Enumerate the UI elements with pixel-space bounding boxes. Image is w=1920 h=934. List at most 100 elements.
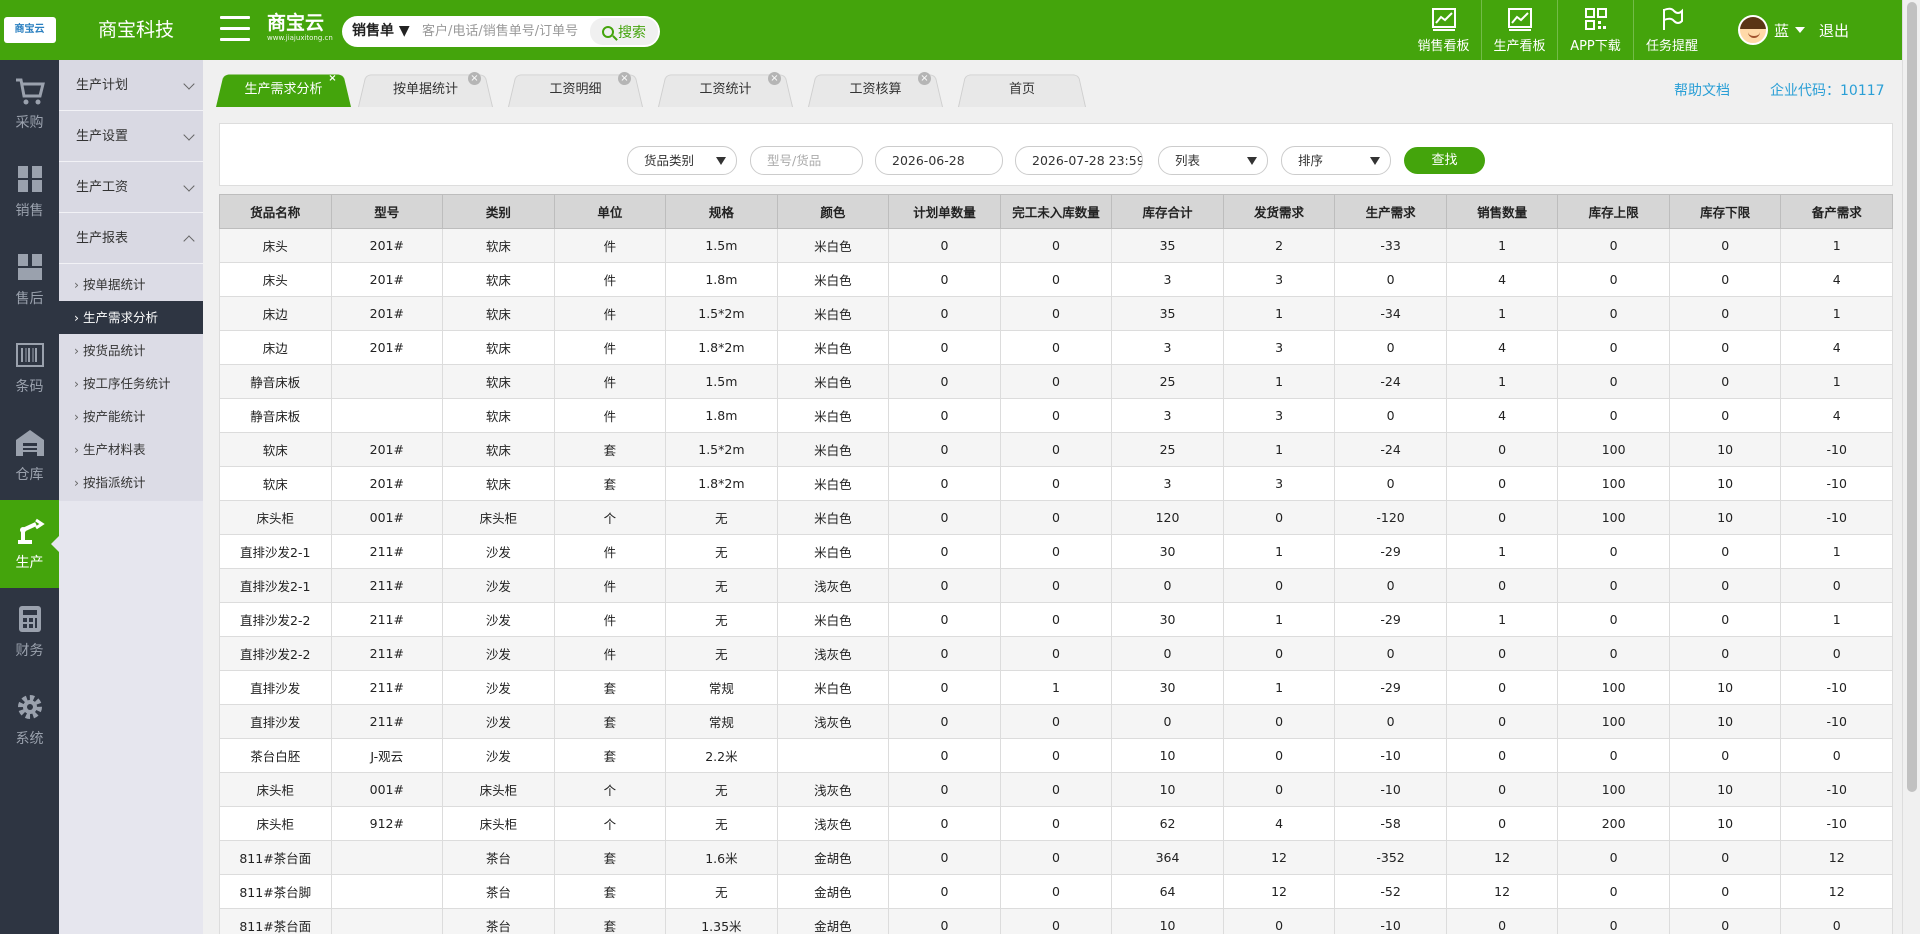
column-header[interactable]: 规格 [665,194,778,229]
close-icon[interactable]: × [618,72,631,85]
table-cell [330,874,444,909]
table-row[interactable]: 811#茶台面 茶台套 1.6米 金胡色 0 0 364 12 -352 12 0 0 12 [219,840,1893,875]
table-row[interactable]: 直排沙发2-1 211# 沙发件无浅灰色 0 0 0 0 0 0 0 0 0 [219,568,1893,603]
column-header[interactable]: 库存下限 [1668,194,1782,229]
module-warehouse[interactable]: 仓库 [0,412,59,500]
table-cell: 0 [1780,636,1893,671]
table-row[interactable]: 床边 201# 软床件 1.5*2m 米白色 0 0 35 1 -34 1 0 0 1 [219,296,1893,331]
nav-production-board[interactable]: 生产看板 [1482,0,1558,60]
menu-toggle-icon[interactable] [220,16,250,42]
model-product-input[interactable]: 型号/货品 [750,146,863,175]
table-cell: 0 [1668,364,1782,399]
module-system[interactable]: 系统 [0,676,59,764]
column-header[interactable]: 销售数量 [1445,194,1559,229]
user-menu[interactable]: 蓝 退出 [1738,14,1849,46]
column-header[interactable]: 计划单数量 [888,194,1001,229]
menu-group-plan[interactable]: 生产计划 [59,60,203,111]
table-row[interactable]: 静音床板 软床件 1.8m 米白色 0 0 3 3 0 4 0 0 4 [219,398,1893,433]
table-row[interactable]: 床边 201# 软床件 1.8*2m 米白色 0 0 3 3 0 4 0 0 4 [219,330,1893,365]
close-icon[interactable]: × [918,72,931,85]
table-row[interactable]: 床头柜 001# 床头柜个无浅灰色 0 0 10 0 -10 0 100 10 -10 [219,772,1893,807]
view-select[interactable]: 列表 [1158,146,1268,175]
category-select[interactable]: 货品类别 [627,146,737,175]
search-button[interactable]: 搜索 [590,18,658,45]
tab-demand-analysis[interactable]: 生产需求分析 × [216,70,351,107]
column-header[interactable]: 库存上限 [1557,194,1670,229]
nav-app-download[interactable]: APP下载 [1558,0,1634,60]
menu-group-wages[interactable]: 生产工资 [59,162,203,213]
table-cell: 0 [1222,738,1336,773]
column-header[interactable]: 货品名称 [219,194,332,229]
module-sales[interactable]: 销售 [0,148,59,236]
module-finance[interactable]: 财务 [0,588,59,676]
table-row[interactable]: 床头 201# 软床件 1.5m 米白色 0 0 35 2 -33 1 0 0 1 [219,228,1893,263]
close-icon[interactable]: × [326,72,339,85]
column-header[interactable]: 备产需求 [1780,194,1893,229]
table-cell: 12 [1222,874,1336,909]
close-icon[interactable]: × [768,72,781,85]
menu-item-by-process-task[interactable]: 按工序任务统计 [59,367,203,400]
table-row[interactable]: 软床 201# 软床套 1.5*2m 米白色 0 0 25 1 -24 0 100 10 -10 [219,432,1893,467]
tab-by-document[interactable]: 按单据统计 × [358,70,493,107]
menu-item-by-document[interactable]: 按单据统计 [59,268,203,301]
column-header[interactable]: 库存合计 [1111,194,1224,229]
column-header[interactable]: 型号 [330,194,444,229]
flag-icon [1663,7,1683,30]
column-header[interactable]: 颜色 [776,194,890,229]
table-row[interactable]: 直排沙发2-2 211# 沙发件无米白色 0 0 30 1 -29 1 0 0 1 [219,602,1893,637]
table-row[interactable]: 直排沙发2-2 211# 沙发件无浅灰色 0 0 0 0 0 0 0 0 0 [219,636,1893,671]
page-scrollbar[interactable] [1902,0,1920,934]
help-docs-link[interactable]: 帮助文档 [1674,80,1730,100]
menu-group-reports[interactable]: 生产报表 [59,213,203,264]
table-row[interactable]: 811#茶台面 茶台套 1.35米 金胡色 0 0 10 0 -10 0 0 0 0 [219,908,1893,934]
table-row[interactable]: 直排沙发 211# 沙发套常规 米白色 0 1 30 1 -29 0 100 10 -10 [219,670,1893,705]
nav-sales-board[interactable]: 销售看板 [1406,0,1482,60]
module-purchase[interactable]: 采购 [0,60,59,148]
module-aftersale[interactable]: 售后 [0,236,59,324]
table-cell: 0 [888,602,1001,637]
column-header[interactable]: 类别 [442,194,555,229]
logout-link[interactable]: 退出 [1819,20,1849,41]
table-row[interactable]: 直排沙发2-1 211# 沙发件无米白色 0 0 30 1 -29 1 0 0 1 [219,534,1893,569]
table-cell: 0 [888,738,1001,773]
table-row[interactable]: 直排沙发 211# 沙发套常规 浅灰色 0 0 0 0 0 0 100 10 -10 [219,704,1893,739]
column-header[interactable]: 完工未入库数量 [999,194,1113,229]
table-cell: 0 [1445,738,1559,773]
date-to-input[interactable]: 2026-07-28 23:59 [1015,146,1143,175]
menu-item-demand-analysis[interactable]: 生产需求分析 [59,301,203,334]
table-cell: 3 [1111,466,1224,501]
table-row[interactable]: 静音床板 软床件 1.5m 米白色 0 0 25 1 -24 1 0 0 1 [219,364,1893,399]
date-from-input[interactable]: 2026-06-28 [875,146,1003,175]
table-row[interactable]: 811#茶台脚 茶台套无金胡色 0 0 64 12 -52 12 0 0 12 [219,874,1893,909]
table-row[interactable]: 床头 201# 软床件 1.8m 米白色 0 0 3 3 0 4 0 0 4 [219,262,1893,297]
table-cell: 4 [1445,398,1559,433]
table-row[interactable]: 软床 201# 软床套 1.8*2m 米白色 0 0 3 3 0 0 100 10 -10 [219,466,1893,501]
menu-item-by-capacity[interactable]: 按产能统计 [59,400,203,433]
table-row[interactable]: 床头柜 001# 床头柜个无米白色 0 0 120 0 -120 0 100 10 -10 [219,500,1893,535]
menu-item-by-assignment[interactable]: 按指派统计 [59,466,203,499]
sort-select[interactable]: 排序 [1281,146,1391,175]
search-type-select[interactable]: 销售单 ▼ [342,16,420,47]
table-row[interactable]: 茶台白胚 J-观云 沙发套 2.2米 0 0 10 0 -10 0 0 0 0 [219,738,1893,773]
table-cell: 米白色 [776,466,890,501]
close-icon[interactable]: × [468,72,481,85]
table-cell: -24 [1334,364,1447,399]
menu-group-settings[interactable]: 生产设置 [59,111,203,162]
find-button[interactable]: 查找 [1404,147,1485,174]
tab-home[interactable]: 首页 [958,70,1086,107]
menu-item-by-product[interactable]: 按货品统计 [59,334,203,367]
search-input[interactable] [420,16,590,47]
table-row[interactable]: 床头柜 912# 床头柜个无浅灰色 0 0 62 4 -58 0 200 10 -10 [219,806,1893,841]
menu-item-material-list[interactable]: 生产材料表 [59,433,203,466]
tab-wage-accounting[interactable]: 工资核算 × [808,70,943,107]
column-header[interactable]: 单位 [553,194,667,229]
table-cell: 0 [1557,840,1670,875]
tab-wage-statistics[interactable]: 工资统计 × [658,70,793,107]
module-barcode[interactable]: 条码 [0,324,59,412]
column-header[interactable]: 发货需求 [1222,194,1336,229]
nav-task-reminder[interactable]: 任务提醒 [1634,0,1710,60]
tab-wage-detail[interactable]: 工资明细 × [508,70,643,107]
module-production[interactable]: 生产 [0,500,59,588]
column-header[interactable]: 生产需求 [1334,194,1447,229]
scrollbar-thumb[interactable] [1907,2,1917,792]
